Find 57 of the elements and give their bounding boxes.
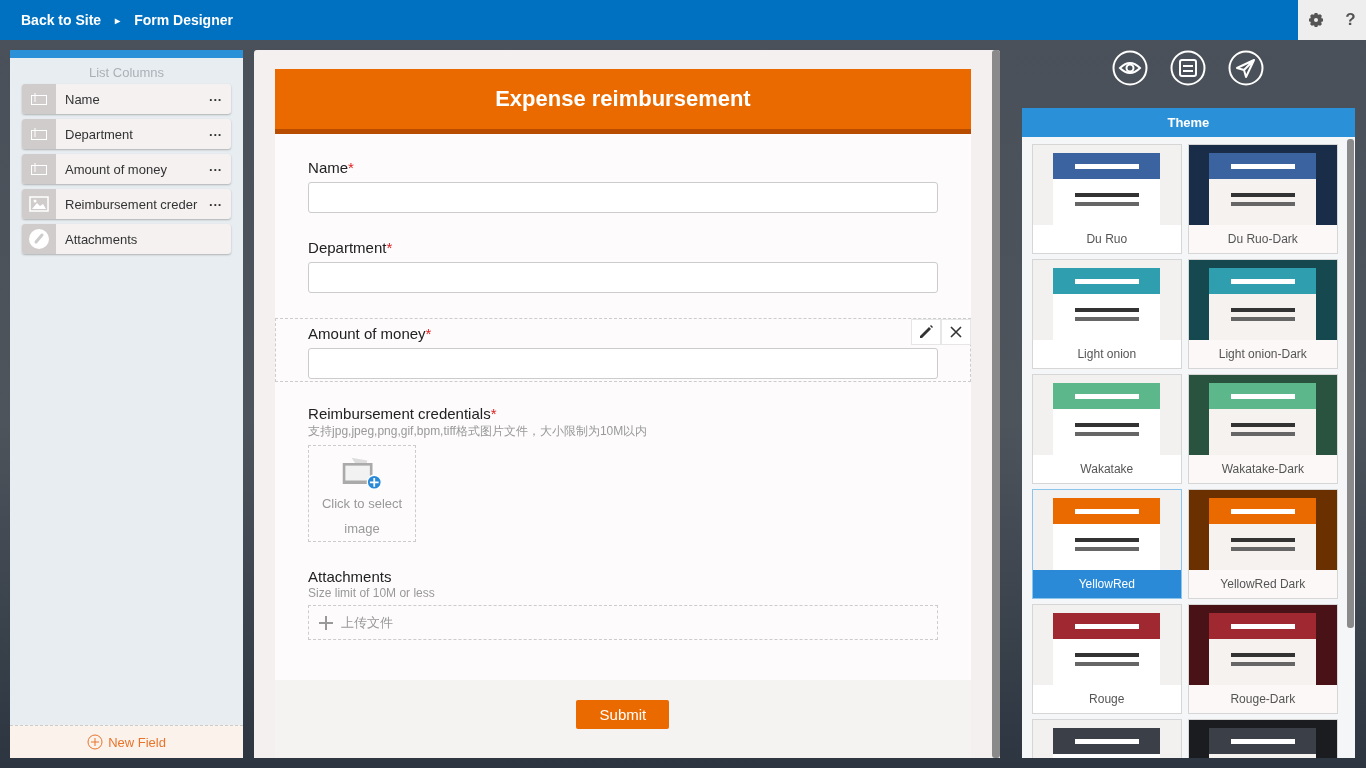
help-button[interactable]: ? (1345, 10, 1356, 30)
field-hint: 支持jpg,jpeg,png,gif,bpm,tiff格式图片文件，大小限制为10M以内 (308, 423, 649, 440)
text-field-icon (30, 162, 48, 176)
form-title: Expense reimbursement (495, 86, 751, 112)
form-field[interactable]: Name* (275, 158, 971, 238)
more-menu-button[interactable]: ··· (205, 126, 232, 142)
list-column-item[interactable]: Reimbursement creder ··· (22, 189, 232, 219)
more-menu-button[interactable]: ··· (205, 161, 232, 177)
image-icon (29, 196, 49, 212)
field-label: Department* (308, 239, 393, 256)
list-column-item[interactable]: Attachments (22, 224, 232, 254)
preview-eye-icon[interactable] (1112, 50, 1149, 86)
field-label: Reimbursement credentials* (308, 405, 497, 422)
theme-option[interactable]: Rouge-Dark (1187, 604, 1338, 714)
close-icon (948, 325, 963, 339)
theme-option[interactable]: Light onion (1031, 259, 1182, 369)
form-field[interactable]: Attachments Size limit of 10M or less 上传文件 (275, 567, 971, 665)
theme-option[interactable]: Rouge (1031, 604, 1182, 714)
selected-field-outline[interactable]: Amount of money* (275, 318, 971, 382)
panel-title: List Columns (88, 65, 165, 80)
text-field-icon (30, 92, 48, 106)
text-input-field[interactable] (308, 348, 938, 379)
field-label: Name* (308, 159, 354, 176)
close-button[interactable] (940, 319, 971, 345)
text-field-icon (30, 127, 48, 141)
theme-option[interactable]: Light onion-Dark (1187, 259, 1338, 369)
send-icon[interactable] (1228, 50, 1265, 86)
field-hint: Size limit of 10M or less (308, 586, 436, 600)
theme-option[interactable]: YellowRed (1031, 489, 1182, 599)
breadcrumb-link[interactable]: Back to Site (21, 12, 102, 28)
form-field[interactable]: Reimbursement credentials* 支持jpg,jpeg,png,gif,bpm,tiff格式图片文件，大小限制为10M以内 Click to select image (275, 404, 971, 567)
field-label: Attachments (308, 568, 392, 585)
breadcrumb-separator: ▸ (115, 14, 121, 26)
more-menu-button[interactable]: ··· (205, 196, 232, 212)
theme-option[interactable]: Wakatake (1031, 374, 1182, 484)
pencil-icon (917, 324, 934, 340)
scrollbar[interactable] (1347, 139, 1354, 628)
text-input-field[interactable] (308, 262, 938, 293)
breadcrumb-link[interactable]: Form Designer (134, 12, 233, 28)
plus-icon (319, 615, 334, 630)
field-label: Amount of money* (308, 325, 432, 342)
edit-button[interactable] (910, 319, 941, 345)
list-column-item[interactable]: Amount of money ··· (22, 154, 232, 184)
more-menu-button[interactable]: ··· (205, 91, 232, 107)
list-column-item[interactable]: Name ··· (22, 84, 232, 114)
scrollbar[interactable] (991, 50, 1000, 758)
settings-icon[interactable] (1308, 12, 1325, 28)
add-circle-icon (87, 734, 104, 750)
save-icon[interactable] (1170, 50, 1207, 86)
text-input-field[interactable] (308, 182, 938, 213)
theme-option[interactable]: YellowRed Dark (1187, 489, 1338, 599)
theme-option[interactable]: Du Ruo-Dark (1187, 144, 1338, 254)
panel-title: Theme (1167, 115, 1210, 130)
form-field[interactable]: Department* (275, 238, 971, 318)
theme-option[interactable]: Wakatake-Dark (1187, 374, 1338, 484)
theme-option[interactable]: Du Ruo (1031, 144, 1182, 254)
list-column-item[interactable]: Department ··· (22, 119, 232, 149)
